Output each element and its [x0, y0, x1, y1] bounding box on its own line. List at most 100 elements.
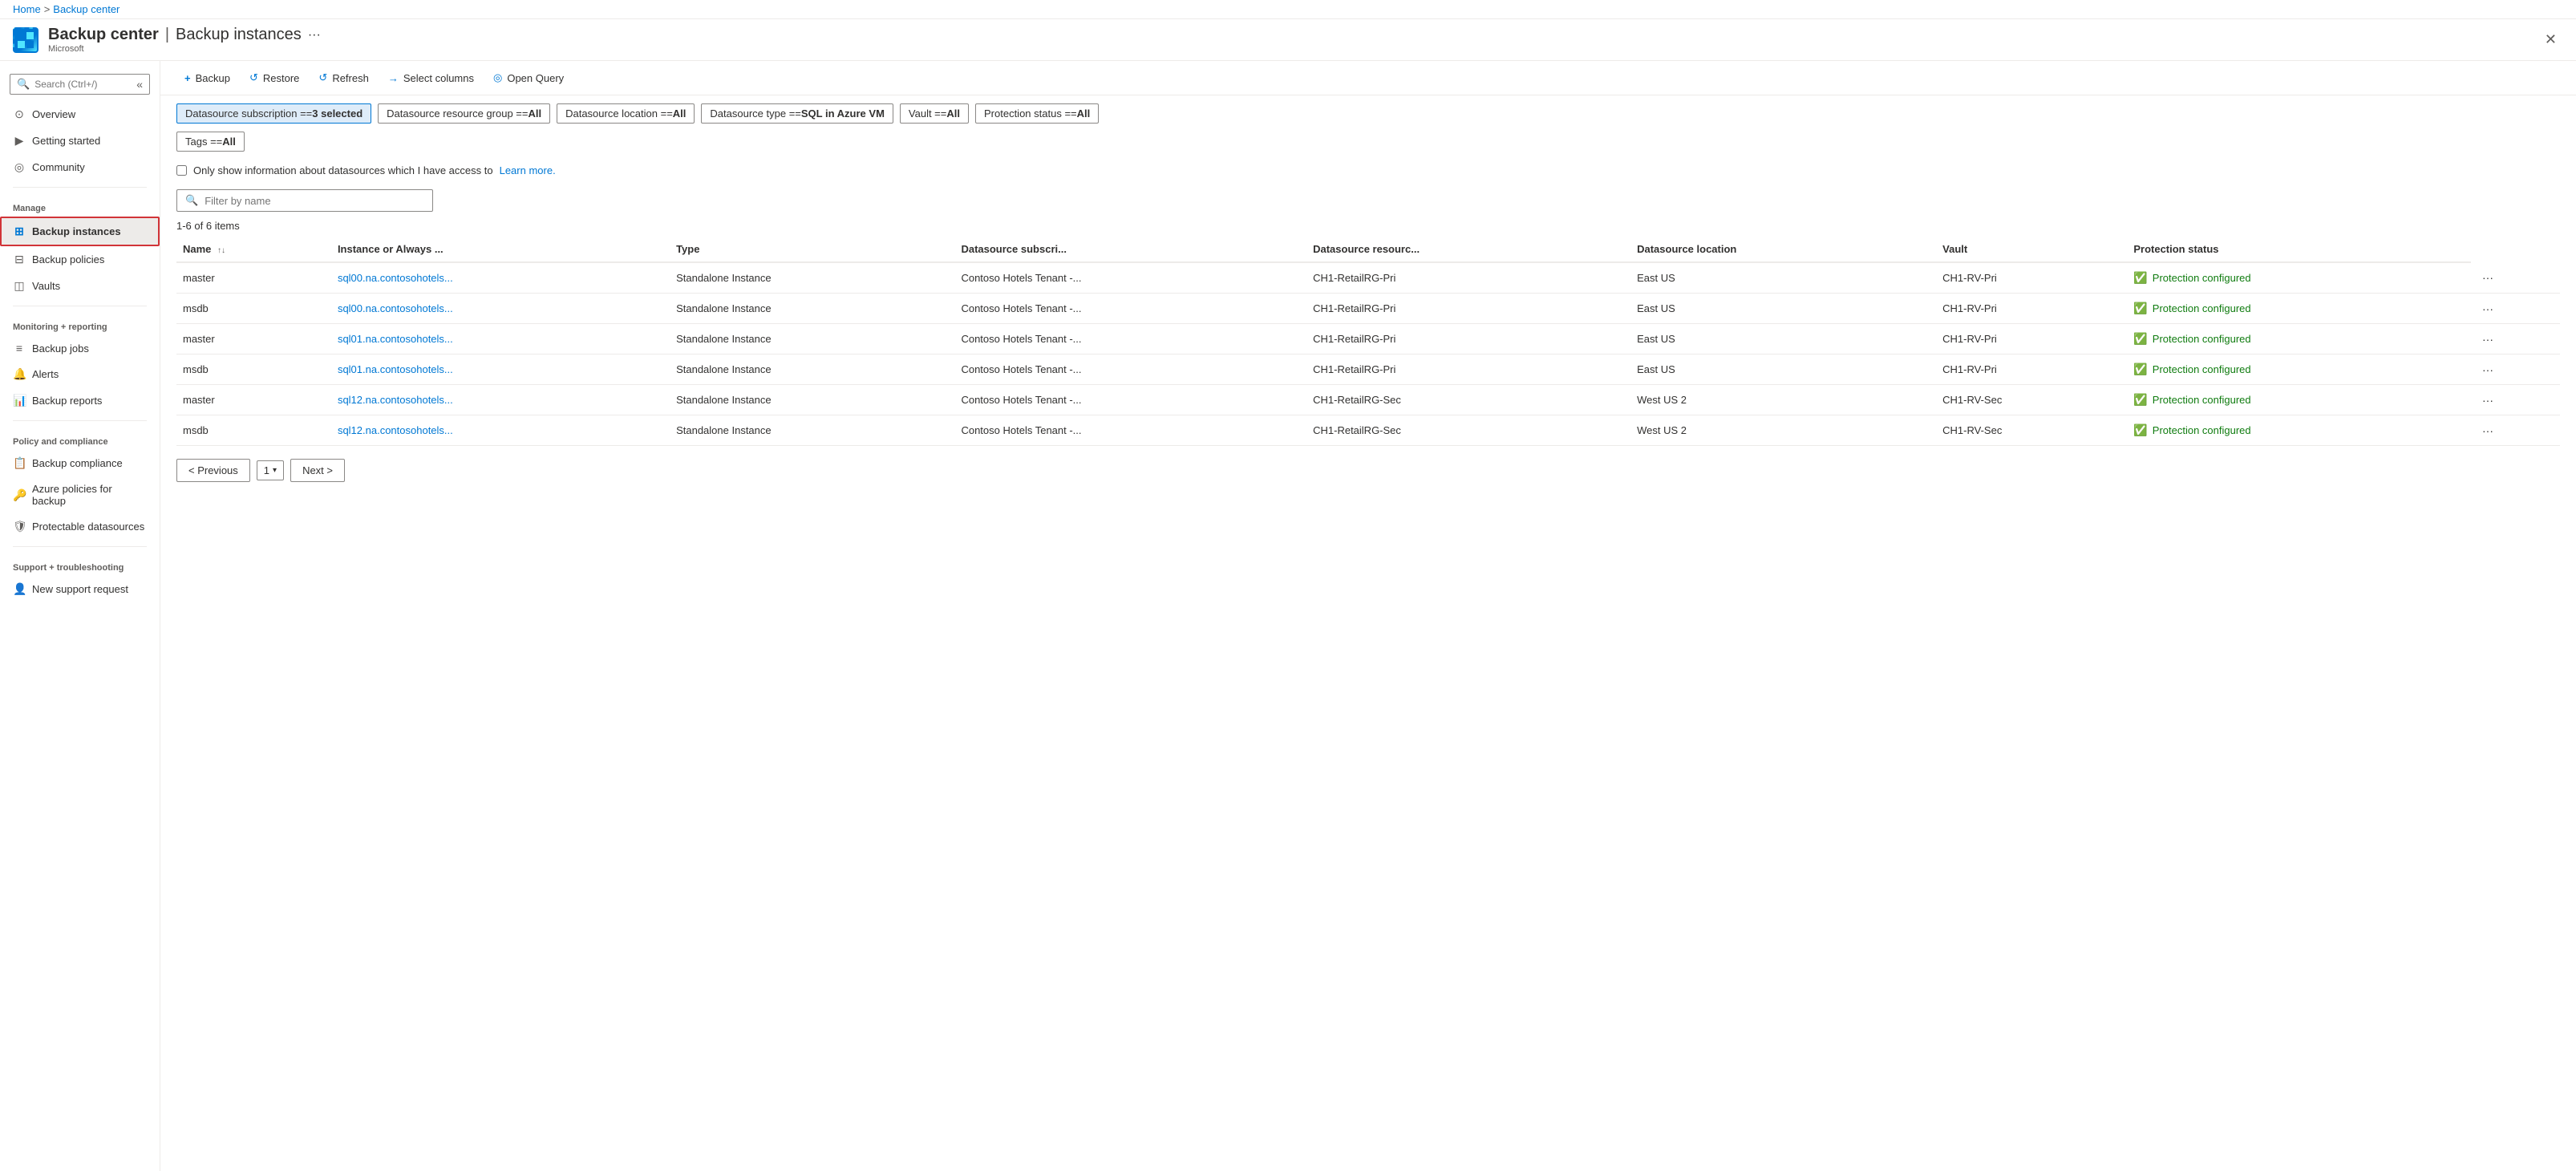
open-query-button[interactable]: ◎ Open Query [485, 67, 572, 88]
protection-configured-label: Protection configured [2153, 272, 2251, 284]
col-datasource-location: Datasource location [1630, 235, 1936, 262]
sidebar-item-alerts[interactable]: 🔔 Alerts [0, 361, 160, 387]
breadcrumb-home[interactable]: Home [13, 3, 41, 15]
backup-reports-icon: 📊 [13, 394, 26, 407]
cell-subscription-0: Contoso Hotels Tenant -... [954, 262, 1306, 294]
cell-type-5: Standalone Instance [670, 415, 954, 446]
cell-instance-3[interactable]: sql01.na.contosohotels... [331, 355, 670, 385]
community-icon: ◎ [13, 160, 26, 174]
close-button[interactable]: ✕ [2538, 28, 2563, 51]
sidebar-item-backup-compliance[interactable]: 📋 Backup compliance [0, 450, 160, 476]
cell-instance-0[interactable]: sql00.na.contosohotels... [331, 262, 670, 294]
filter-input-container[interactable]: 🔍 [176, 189, 433, 212]
cell-subscription-1: Contoso Hotels Tenant -... [954, 294, 1306, 324]
cell-more-3[interactable]: ··· [2471, 355, 2560, 385]
sidebar-section-monitoring: Monitoring + reporting [0, 313, 160, 335]
sidebar-item-overview[interactable]: ⊙ Overview [0, 101, 160, 128]
page-select[interactable]: 1 ▾ [257, 460, 284, 480]
sidebar-item-backup-reports[interactable]: 📊 Backup reports [0, 387, 160, 414]
previous-button[interactable]: < Previous [176, 459, 250, 482]
sidebar-item-azure-policies[interactable]: 🔑 Azure policies for backup [0, 476, 160, 513]
alerts-icon: 🔔 [13, 367, 26, 381]
col-name: Name ↑↓ [176, 235, 331, 262]
search-input[interactable] [34, 79, 132, 90]
cell-more-0[interactable]: ··· [2471, 262, 2560, 294]
page-dropdown-icon: ▾ [273, 466, 277, 475]
cell-vault-0: CH1-RV-Pri [1936, 262, 2127, 294]
backup-label: Backup [196, 72, 230, 84]
sidebar-item-new-support-request[interactable]: 👤 New support request [0, 576, 160, 602]
sidebar-section-policy: Policy and compliance [0, 427, 160, 450]
breadcrumb-current[interactable]: Backup center [53, 3, 119, 15]
cell-location-3: East US [1630, 355, 1936, 385]
cell-resource-4: CH1-RetailRG-Sec [1306, 385, 1630, 415]
backup-compliance-icon: 📋 [13, 456, 26, 470]
cell-instance-1[interactable]: sql00.na.contosohotels... [331, 294, 670, 324]
cell-resource-5: CH1-RetailRG-Sec [1306, 415, 1630, 446]
protection-configured-label: Protection configured [2153, 394, 2251, 406]
backup-instances-table: Name ↑↓ Instance or Always ... Type Data… [176, 235, 2560, 446]
cell-protection-3: ✅ Protection configured [2127, 355, 2471, 385]
cell-instance-5[interactable]: sql12.na.contosohotels... [331, 415, 670, 446]
cell-subscription-2: Contoso Hotels Tenant -... [954, 324, 1306, 355]
azure-policies-icon: 🔑 [13, 488, 26, 502]
filter-type-value: SQL in Azure VM [801, 107, 885, 120]
cell-instance-4[interactable]: sql12.na.contosohotels... [331, 385, 670, 415]
cell-name-3: msdb [176, 355, 331, 385]
backup-button[interactable]: + Backup [176, 68, 238, 88]
filter-by-name-input[interactable] [205, 195, 424, 207]
filter-datasource-resource-group[interactable]: Datasource resource group == All [378, 103, 550, 124]
cell-more-5[interactable]: ··· [2471, 415, 2560, 446]
access-label: Only show information about datasources … [193, 164, 493, 176]
restore-button[interactable]: ↺ Restore [241, 67, 307, 88]
learn-more-link[interactable]: Learn more. [500, 164, 556, 176]
collapse-icon[interactable]: « [136, 78, 143, 91]
filter-tags-label: Tags == [185, 136, 222, 148]
cell-type-4: Standalone Instance [670, 385, 954, 415]
sidebar-label-backup-instances: Backup instances [32, 225, 121, 237]
sidebar-item-backup-instances[interactable]: ⊞ Backup instances [0, 217, 160, 246]
cell-type-3: Standalone Instance [670, 355, 954, 385]
cell-name-2: master [176, 324, 331, 355]
sidebar-label-backup-reports: Backup reports [32, 395, 102, 407]
table-container: Name ↑↓ Instance or Always ... Type Data… [160, 235, 2576, 446]
filter-datasource-type[interactable]: Datasource type == SQL in Azure VM [701, 103, 893, 124]
sidebar-item-backup-jobs[interactable]: ≡ Backup jobs [0, 335, 160, 361]
filter-vault[interactable]: Vault == All [900, 103, 969, 124]
cell-location-1: East US [1630, 294, 1936, 324]
getting-started-icon: ▶ [13, 134, 26, 148]
top-bar: Backup center | Backup instances ··· Mic… [0, 19, 2576, 61]
sort-icon-name[interactable]: ↑↓ [217, 246, 225, 255]
filter-datasource-location[interactable]: Datasource location == All [557, 103, 695, 124]
cell-subscription-4: Contoso Hotels Tenant -... [954, 385, 1306, 415]
search-bar[interactable]: 🔍 « [10, 74, 150, 95]
cell-protection-0: ✅ Protection configured [2127, 262, 2471, 294]
sidebar-label-backup-jobs: Backup jobs [32, 342, 89, 355]
backup-policies-icon: ⊟ [13, 253, 26, 266]
open-query-icon: ◎ [493, 71, 502, 84]
cell-more-2[interactable]: ··· [2471, 324, 2560, 355]
select-columns-button[interactable]: → Select columns [380, 68, 482, 88]
cell-location-2: East US [1630, 324, 1936, 355]
next-button[interactable]: Next > [290, 459, 345, 482]
filter-tags[interactable]: Tags == All [176, 132, 245, 152]
filters-row-2: Tags == All [160, 132, 2576, 158]
protection-configured-icon: ✅ [2133, 302, 2147, 315]
cell-instance-2[interactable]: sql01.na.contosohotels... [331, 324, 670, 355]
sidebar-item-backup-policies[interactable]: ⊟ Backup policies [0, 246, 160, 273]
filter-protection-status[interactable]: Protection status == All [975, 103, 1099, 124]
cell-protection-2: ✅ Protection configured [2127, 324, 2471, 355]
protection-configured-icon: ✅ [2133, 332, 2147, 346]
sidebar-item-community[interactable]: ◎ Community [0, 154, 160, 180]
cell-more-1[interactable]: ··· [2471, 294, 2560, 324]
sidebar-item-protectable-datasources[interactable]: 🛡 Protectable datasources [0, 513, 160, 540]
sidebar-item-vaults[interactable]: ◫ Vaults [0, 273, 160, 299]
filter-datasource-subscription[interactable]: Datasource subscription == 3 selected [176, 103, 371, 124]
more-options-header[interactable]: ··· [308, 28, 321, 43]
cell-more-4[interactable]: ··· [2471, 385, 2560, 415]
backup-instances-icon: ⊞ [13, 225, 26, 238]
refresh-button[interactable]: ↺ Refresh [310, 67, 376, 88]
filter-location-label: Datasource location == [565, 107, 673, 120]
access-checkbox[interactable] [176, 165, 187, 176]
sidebar-item-getting-started[interactable]: ▶ Getting started [0, 128, 160, 154]
